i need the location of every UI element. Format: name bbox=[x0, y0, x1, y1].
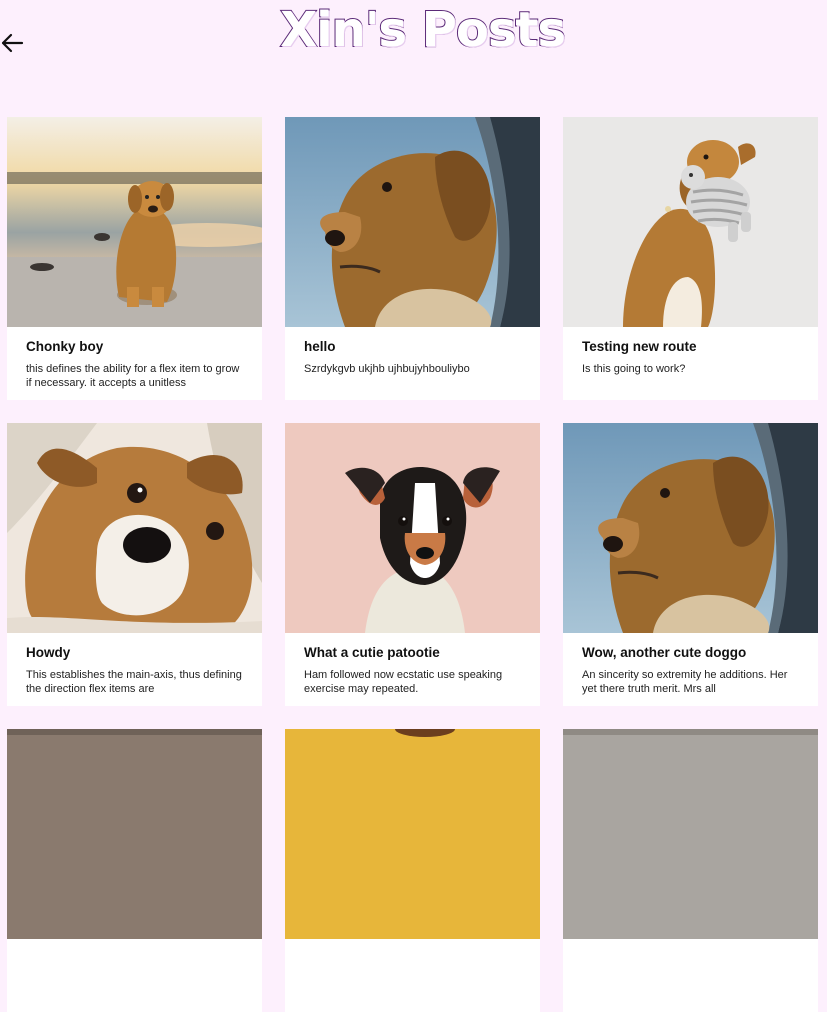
post-image bbox=[7, 117, 262, 327]
post-title: Testing new route bbox=[582, 339, 697, 354]
posts-grid: Chonky boy this defines the ability for … bbox=[7, 117, 818, 1012]
post-card[interactable]: Chonky boy this defines the ability for … bbox=[7, 117, 262, 400]
post-image bbox=[7, 729, 262, 939]
post-card[interactable]: Howdy This establishes the main-axis, th… bbox=[7, 423, 262, 706]
post-card[interactable]: Testing new route Is this going to work? bbox=[563, 117, 818, 400]
post-title: Wow, another cute doggo bbox=[582, 645, 747, 660]
post-description: Ham followed now ecstatic use speaking e… bbox=[304, 669, 503, 695]
post-image bbox=[285, 423, 540, 633]
post-description: this defines the ability for a flex item… bbox=[26, 363, 240, 389]
post-image bbox=[563, 423, 818, 633]
page-title: Xin's Posts bbox=[279, 1, 567, 59]
post-description: Szrdykgvb ukjhb ujhbujyhbouliybo bbox=[304, 363, 470, 375]
post-description: An sincerity so extremity he additions. … bbox=[582, 669, 788, 695]
post-card[interactable]: What a cutie patootie Ham followed now e… bbox=[285, 423, 540, 706]
post-title: Chonky boy bbox=[26, 339, 104, 354]
post-card[interactable] bbox=[563, 729, 818, 1012]
post-title: What a cutie patootie bbox=[304, 645, 440, 660]
post-image bbox=[7, 423, 262, 633]
post-image bbox=[285, 117, 540, 327]
post-image bbox=[285, 729, 540, 939]
post-description: This establishes the main-axis, thus def… bbox=[26, 669, 242, 695]
post-card[interactable]: Wow, another cute doggo An sincerity so … bbox=[563, 423, 818, 706]
post-image bbox=[563, 117, 818, 327]
post-title: hello bbox=[304, 339, 336, 354]
post-card[interactable] bbox=[7, 729, 262, 1012]
post-description: Is this going to work? bbox=[582, 363, 686, 375]
post-image bbox=[563, 729, 818, 939]
post-card[interactable] bbox=[285, 729, 540, 1012]
post-title: Howdy bbox=[26, 645, 71, 660]
post-card[interactable]: hello Szrdykgvb ukjhb ujhbujyhbouliybo bbox=[285, 117, 540, 400]
